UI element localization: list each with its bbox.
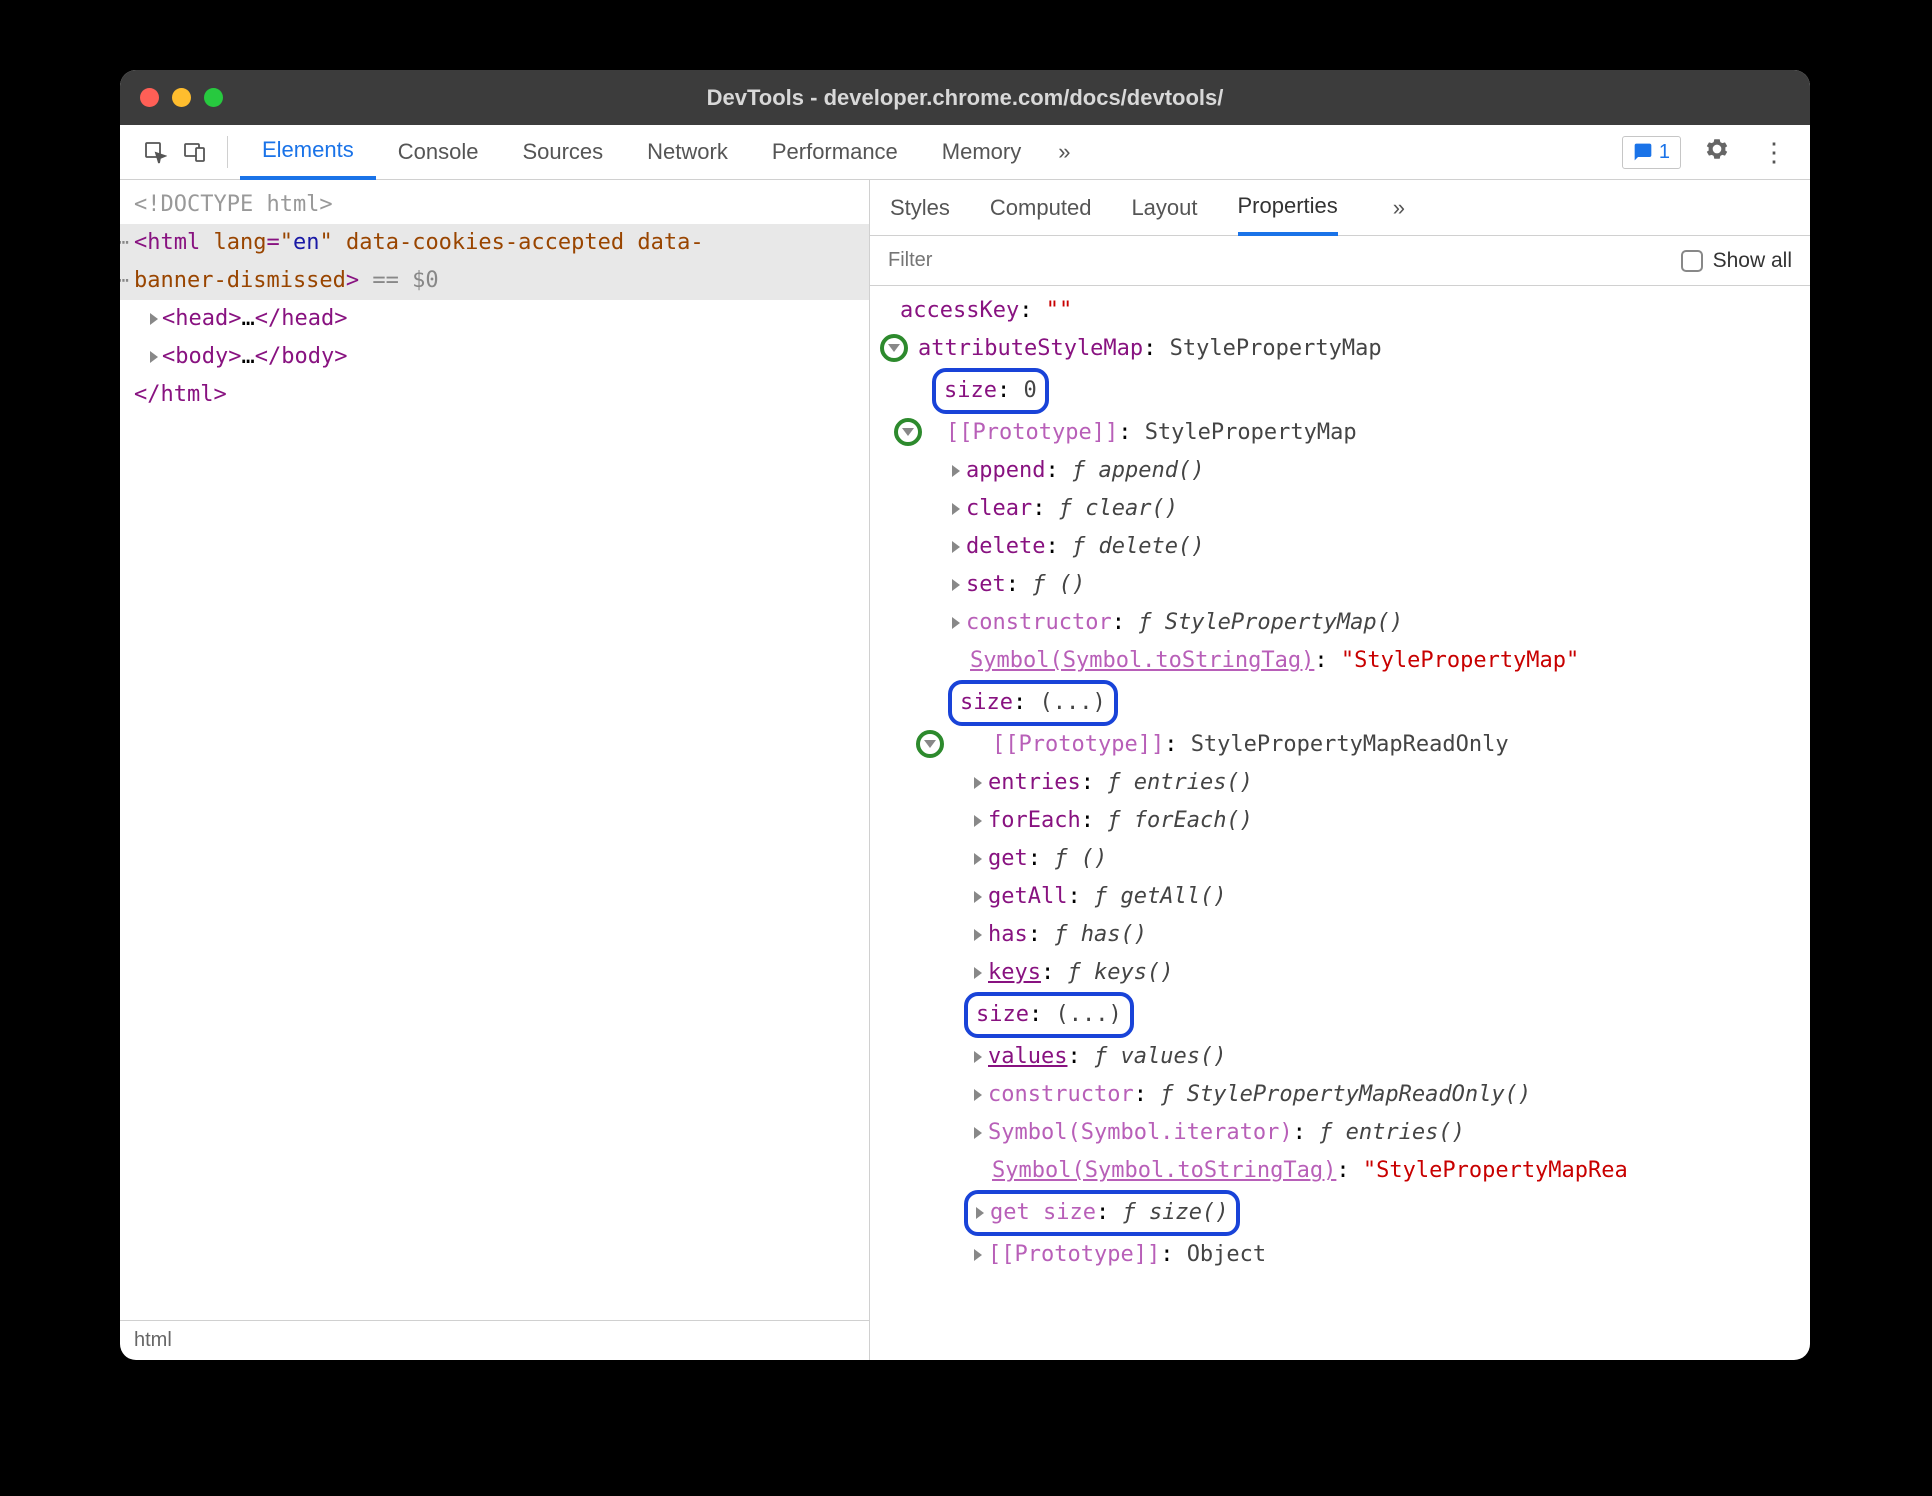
expand-annotation-icon [880,334,908,362]
highlight-annotation: size: (...) [948,680,1118,726]
property-row[interactable]: size: (...) [880,680,1810,726]
titlebar: DevTools - developer.chrome.com/docs/dev… [120,70,1810,125]
property-row[interactable]: get size: ƒ size() [880,1190,1810,1236]
sidetab-properties[interactable]: Properties [1238,180,1338,236]
expand-annotation-icon [894,418,922,446]
filter-input[interactable] [888,249,1153,272]
property-row[interactable]: Symbol(Symbol.toStringTag): "StyleProper… [880,1152,1810,1190]
property-row[interactable]: constructor: ƒ StylePropertyMapReadOnly(… [880,1076,1810,1114]
property-row[interactable]: constructor: ƒ StylePropertyMap() [880,604,1810,642]
minimize-window-button[interactable] [172,88,191,107]
window-title: DevTools - developer.chrome.com/docs/dev… [707,85,1224,111]
property-row[interactable]: forEach: ƒ forEach() [880,802,1810,840]
dom-doctype[interactable]: <!DOCTYPE html> [120,186,869,224]
highlight-annotation: size: 0 [932,368,1049,414]
dom-tree[interactable]: <!DOCTYPE html> <html lang="en" data-coo… [120,180,869,1320]
filter-row: Show all [870,236,1810,286]
tab-console[interactable]: Console [376,125,501,180]
tab-sources[interactable]: Sources [500,125,625,180]
property-row[interactable]: accessKey: "" [880,292,1810,330]
show-all-checkbox[interactable] [1681,250,1703,272]
sidetab-layout[interactable]: Layout [1131,180,1197,236]
more-tabs-chevron-icon[interactable]: » [1043,139,1085,165]
divider [227,136,228,168]
sidebar-panel: Styles Computed Layout Properties » Show all… [870,180,1810,1360]
property-row[interactable]: keys: ƒ keys() [880,954,1810,992]
property-row[interactable]: entries: ƒ entries() [880,764,1810,802]
issues-badge[interactable]: 1 [1622,136,1681,169]
property-row[interactable]: Symbol(Symbol.toStringTag): "StyleProper… [880,642,1810,680]
main-toolbar: ElementsConsoleSourcesNetworkPerformance… [120,125,1810,180]
property-row[interactable]: Symbol(Symbol.iterator): ƒ entries() [880,1114,1810,1152]
tab-memory[interactable]: Memory [920,125,1043,180]
property-row[interactable]: values: ƒ values() [880,1038,1810,1076]
property-row[interactable]: has: ƒ has() [880,916,1810,954]
inspect-element-icon[interactable] [135,132,175,172]
breadcrumb[interactable]: html [120,1320,869,1360]
property-row[interactable]: [[Prototype]]: StylePropertyMapReadOnly [880,726,1810,764]
panel-tabs: ElementsConsoleSourcesNetworkPerformance… [240,125,1043,180]
devtools-window: DevTools - developer.chrome.com/docs/dev… [120,70,1810,1360]
property-row[interactable]: delete: ƒ delete() [880,528,1810,566]
property-row[interactable]: size: (...) [880,992,1810,1038]
sidebar-tabs: Styles Computed Layout Properties » [870,180,1810,236]
property-row[interactable]: attributeStyleMap: StylePropertyMap [880,330,1810,368]
settings-gear-icon[interactable] [1696,136,1738,169]
sidetab-styles[interactable]: Styles [890,180,950,236]
property-row[interactable]: [[Prototype]]: StylePropertyMap [880,414,1810,452]
dom-body[interactable]: <body>…</body> [120,338,869,376]
property-row[interactable]: append: ƒ append() [880,452,1810,490]
expand-annotation-icon [916,730,944,758]
sidetab-computed[interactable]: Computed [990,180,1092,236]
dom-html-element[interactable]: <html lang="en" data-cookies-accepted da… [120,224,869,262]
tab-network[interactable]: Network [625,125,750,180]
more-menu-icon[interactable]: ⋮ [1753,137,1795,168]
property-row[interactable]: clear: ƒ clear() [880,490,1810,528]
traffic-lights [140,88,223,107]
property-row[interactable]: set: ƒ () [880,566,1810,604]
property-row[interactable]: [[Prototype]]: Object [880,1236,1810,1274]
dom-head[interactable]: <head>…</head> [120,300,869,338]
highlight-annotation: get size: ƒ size() [964,1190,1240,1236]
property-row[interactable]: getAll: ƒ getAll() [880,878,1810,916]
show-all-label: Show all [1713,249,1792,273]
more-sidetabs-chevron-icon[interactable]: » [1378,195,1420,221]
show-all-toggle[interactable]: Show all [1681,249,1792,273]
property-row[interactable]: get: ƒ () [880,840,1810,878]
properties-list[interactable]: accessKey: ""attributeStyleMap: StylePro… [870,286,1810,1360]
property-row[interactable]: size: 0 [880,368,1810,414]
close-window-button[interactable] [140,88,159,107]
highlight-annotation: size: (...) [964,992,1134,1038]
dom-html-element-cont[interactable]: banner-dismissed> == $0 [120,262,869,300]
tab-elements[interactable]: Elements [240,125,376,180]
content-area: <!DOCTYPE html> <html lang="en" data-coo… [120,180,1810,1360]
device-toolbar-icon[interactable] [175,132,215,172]
elements-panel: <!DOCTYPE html> <html lang="en" data-coo… [120,180,870,1360]
tab-performance[interactable]: Performance [750,125,920,180]
dom-html-close[interactable]: </html> [120,376,869,414]
maximize-window-button[interactable] [204,88,223,107]
issues-count: 1 [1659,141,1670,164]
